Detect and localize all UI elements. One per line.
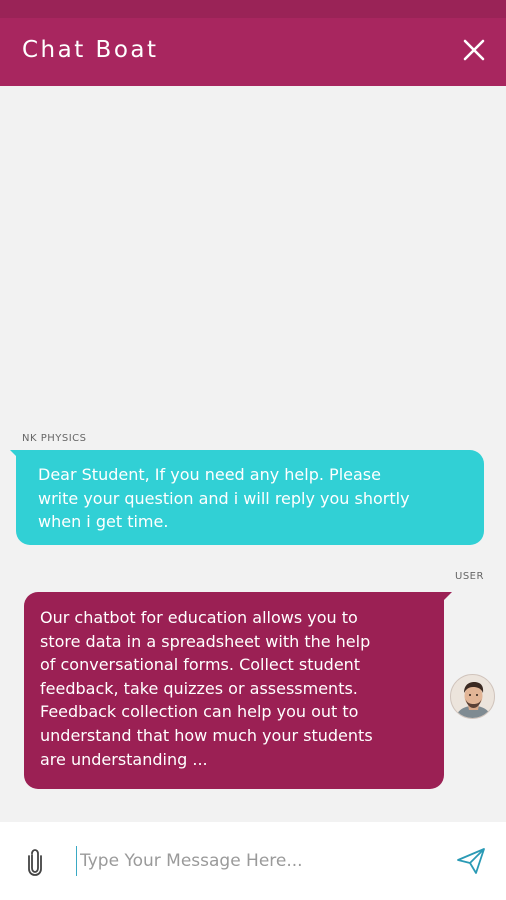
message-line: store data in a spreadsheet with the hel… [40,631,371,651]
message-composer [0,822,506,900]
message-line: feedback, take quizzes or assessments. [40,678,358,698]
message-line: of conversational forms. Collect student [40,655,361,675]
bot-message-bubble: Dear Student, If you need any help. Plea… [10,450,484,545]
paperclip-icon[interactable] [24,848,46,876]
message-line: write your question and i will reply you… [38,488,410,508]
chat-area[interactable]: NK PHYSICS Dear Student, If you need any… [0,86,506,822]
user-avatar-icon [451,675,494,718]
close-icon[interactable] [462,38,486,62]
message-line: Our chatbot for education allows you to [40,608,358,627]
message-input[interactable] [76,846,436,876]
message-line: understand that how much your students [40,725,373,745]
avatar [450,674,495,719]
user-sender-label: USER [455,571,484,582]
user-message-bubble: Our chatbot for education allows you to … [24,592,452,789]
bot-sender-label: NK PHYSICS [22,433,87,444]
message-line: Feedback collection can help you out to [40,702,359,722]
send-icon[interactable] [456,846,486,876]
message-line: are understanding ... [40,749,208,769]
message-line: Dear Student, If you need any help. Plea… [38,465,381,484]
app-header: Chat Boat [0,18,506,86]
message-line: when i get time. [38,512,169,531]
header-title: Chat Boat [22,37,159,63]
status-bar [0,0,506,18]
